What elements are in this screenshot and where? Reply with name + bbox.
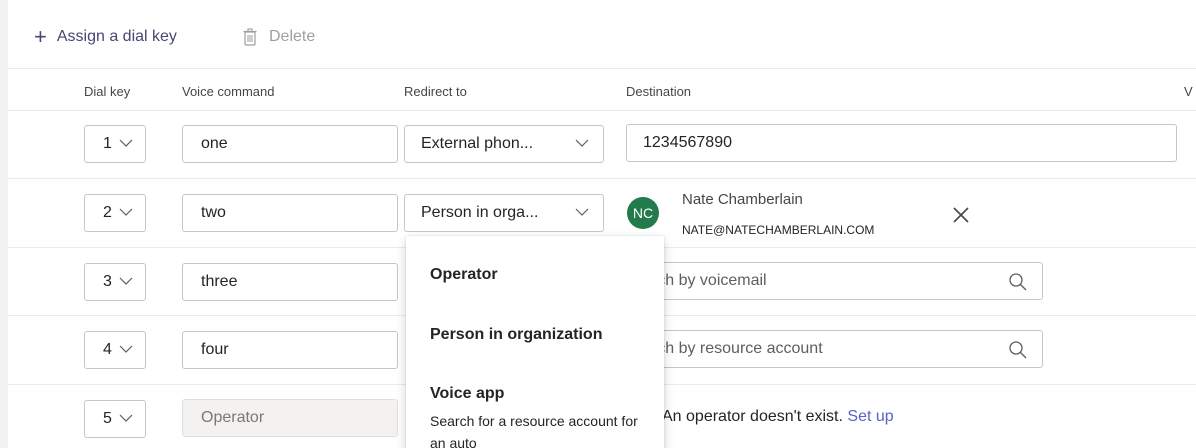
chevron-down-icon [119, 345, 133, 353]
dial-key-select[interactable]: 3 [84, 263, 146, 301]
voice-command-input[interactable]: two [182, 194, 398, 232]
redirect-to-select[interactable]: External phon... [404, 125, 604, 163]
operator-missing-message: An operator doesn't exist. Set up [662, 408, 894, 426]
assign-dial-key-button[interactable]: + Assign a dial key [34, 25, 177, 49]
dial-key-select[interactable]: 4 [84, 331, 146, 369]
search-placeholder: arch by resource account [643, 340, 823, 357]
search-icon [1009, 341, 1027, 359]
set-up-link[interactable]: Set up [847, 408, 893, 425]
chevron-down-icon [119, 277, 133, 285]
toolbar-divider [8, 68, 1196, 69]
toolbar: + Assign a dial key Delete [8, 0, 1196, 68]
voice-command-input[interactable]: three [182, 263, 398, 301]
dial-key-value: 5 [103, 410, 112, 427]
chevron-up-icon [575, 208, 589, 216]
row-divider [8, 178, 1196, 179]
voicemail-search-input[interactable]: arch by voicemail [626, 262, 1043, 300]
dropdown-option-operator[interactable]: Operator [430, 266, 498, 284]
operator-message-text: An operator doesn't exist. [662, 408, 843, 425]
resource-account-search-input[interactable]: arch by resource account [626, 330, 1043, 368]
chevron-down-icon [119, 208, 133, 216]
trash-icon [243, 28, 257, 46]
column-header-destination: Destination [626, 84, 692, 99]
chevron-down-icon [119, 414, 133, 422]
assign-dial-key-label: Assign a dial key [56, 28, 177, 45]
destination-phone-input[interactable]: 1234567890 [626, 124, 1177, 162]
column-header-voice-command: Voice command [182, 84, 275, 99]
redirect-to-value: External phon... [421, 135, 534, 152]
voice-command-value: two [201, 204, 226, 221]
column-header-cut-off: V [1184, 84, 1193, 99]
redirect-to-value: Person in orga... [421, 204, 539, 221]
avatar: NC [627, 197, 659, 229]
person-name: Nate Chamberlain [682, 191, 803, 208]
dial-key-value: 4 [103, 341, 112, 358]
dial-key-select[interactable]: 1 [84, 125, 146, 163]
dial-key-select[interactable]: 5 [84, 400, 146, 438]
person-email: NATE@NATECHAMBERLAIN.COM [682, 223, 875, 237]
redirect-to-dropdown: Operator Person in organization Voice ap… [406, 236, 664, 448]
delete-button[interactable]: Delete [243, 25, 315, 49]
voice-command-value: Operator [201, 409, 265, 426]
voice-command-input: Operator [182, 399, 398, 437]
dropdown-option-person-in-organization[interactable]: Person in organization [430, 326, 602, 344]
destination-value: 1234567890 [643, 134, 732, 151]
chevron-down-icon [119, 139, 133, 147]
dial-keys-panel: + Assign a dial key Delete Dial key Voic… [8, 0, 1196, 448]
remove-person-icon[interactable] [952, 206, 970, 224]
search-icon [1009, 273, 1027, 291]
dial-key-value: 2 [103, 204, 112, 221]
dropdown-option-description: Search for a resource account for an aut… [430, 413, 638, 448]
voice-command-input[interactable]: four [182, 331, 398, 369]
voice-command-value: four [201, 341, 229, 358]
dial-key-value: 1 [103, 135, 112, 152]
voice-command-input[interactable]: one [182, 125, 398, 163]
header-divider [8, 110, 1196, 111]
column-header-redirect-to: Redirect to [404, 84, 467, 99]
voice-command-value: three [201, 273, 238, 290]
plus-icon: + [34, 24, 47, 49]
delete-label: Delete [269, 28, 316, 45]
column-header-dial-key: Dial key [84, 84, 131, 99]
dial-key-select[interactable]: 2 [84, 194, 146, 232]
chevron-down-icon [575, 139, 589, 147]
dial-key-value: 3 [103, 273, 112, 290]
redirect-to-select[interactable]: Person in orga... [404, 194, 604, 232]
dropdown-option-voice-app[interactable]: Voice app [430, 385, 504, 403]
voice-command-value: one [201, 135, 228, 152]
